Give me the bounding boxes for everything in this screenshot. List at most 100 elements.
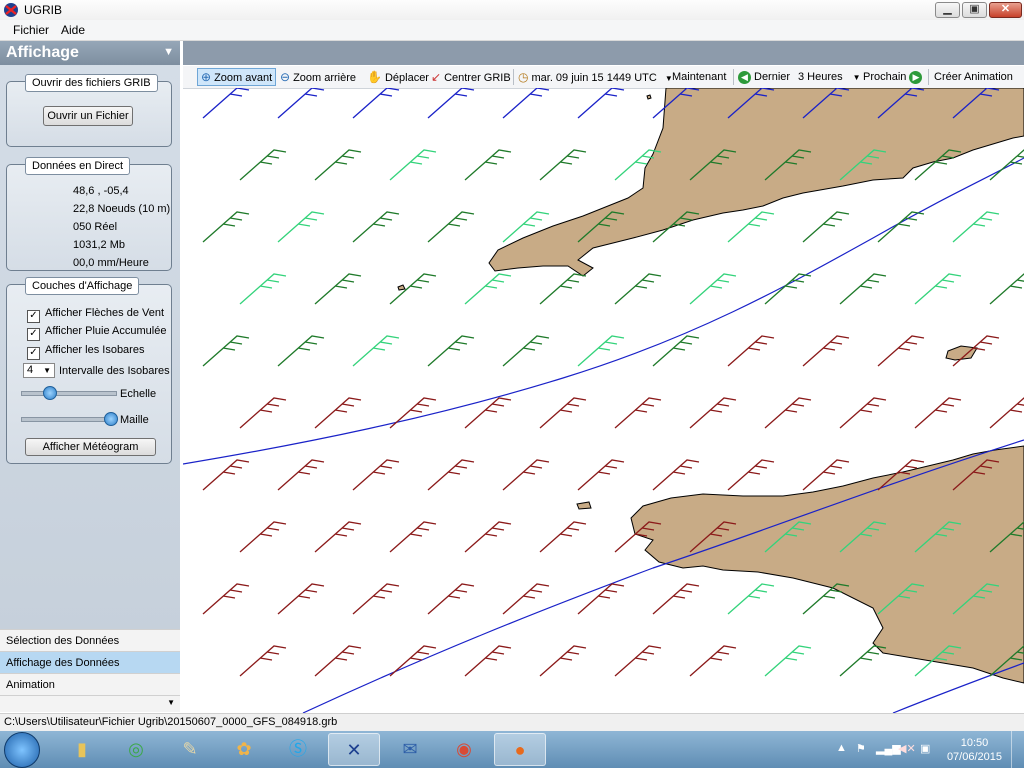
wind-barb [652,459,700,491]
wind-barb [277,459,325,491]
nav-animation[interactable]: Animation [0,673,180,695]
land-masses [397,88,1024,684]
wind-barb [314,273,362,305]
wind-barb [427,459,475,491]
scale-label: Echelle [120,388,157,400]
chevron-down-icon[interactable]: ▼ [163,46,174,58]
wind-barb [239,645,287,677]
wind-barb [689,273,737,305]
wind-barb [914,397,962,429]
create-animation-button[interactable]: Créer Animation [934,69,1013,85]
scale-slider[interactable] [21,391,117,396]
wind-barb [727,459,775,491]
mesh-slider[interactable] [21,417,117,422]
step-select[interactable]: 3 Heures ▼ [798,69,861,85]
tray-arrow-icon[interactable]: ▲ [836,742,847,754]
wind-barb [239,521,287,553]
zoom-in-label: Zoom avant [214,72,273,84]
tray-flag-icon[interactable]: ⚑ [856,742,866,755]
notes-icon[interactable]: ✎ [164,733,216,766]
menu-help[interactable]: Aide [61,23,85,37]
wind-barb [614,397,662,429]
show-meteogram-button[interactable]: Afficher Météogram [25,438,156,456]
zoom-in-button[interactable]: ⊕ Zoom avant [197,68,277,86]
mesh-slider-thumb[interactable] [104,412,119,426]
file-explorer-icon[interactable]: ▮ [56,733,108,766]
hand-icon: ✋ [367,70,382,84]
start-button[interactable] [4,732,40,768]
tray-network-icon[interactable]: ▂▄▆ [876,742,901,755]
weather-map[interactable] [183,88,1024,713]
checkbox-label: Afficher Pluie Accumulée [45,325,167,337]
wind-barb [464,273,512,305]
show-desktop-button[interactable] [1011,731,1024,768]
isobar-interval-select[interactable]: 4 ▼ [23,363,55,378]
wind-barb [539,521,587,553]
nav-data-display[interactable]: Affichage des Données [0,651,180,673]
taskbar: ▮ ◎ ✎ ✿ Ⓢ ✕ ✉ ◉ ● ▲ ⚑ ▂▄▆ ◀✕ ▣ 10:50 07/… [0,731,1024,768]
wind-barb [389,397,437,429]
wind-barb [314,645,362,677]
tray-volume-icon[interactable]: ◀✕ [898,742,916,755]
checkbox-rain[interactable]: ✓ Afficher Pluie Accumulée [27,325,167,341]
pan-label: Déplacer [384,72,429,84]
ugrib-icon[interactable]: ✕ [328,733,380,766]
wind-barb [389,645,437,677]
wind-barb [989,397,1024,429]
isobar-line-1 [183,157,1024,465]
map-header [183,41,1024,65]
close-button[interactable]: ✕ [989,2,1022,18]
zoom-out-button[interactable]: ⊖ Zoom arrière [280,69,356,85]
datetime-select[interactable]: ◷ mar. 09 juin 15 1449 UTC ▼ [518,69,673,85]
wind-barb [989,149,1024,181]
wind-barb [764,397,812,429]
wind-barb [952,211,1000,243]
previous-button[interactable]: ◀ Dernier [738,69,790,85]
firefox-icon[interactable]: ● [494,733,546,766]
menu-file[interactable]: Fichier [13,23,49,37]
thunderbird-icon[interactable]: ✉ [384,733,436,766]
wind-barb [464,149,512,181]
wind-barb [202,211,250,243]
scale-slider-thumb[interactable] [43,386,58,400]
sync-icon[interactable]: ◎ [110,733,162,766]
wind-barb [802,335,850,367]
nav-scroll[interactable]: ▼ [0,695,180,712]
tray-device-icon[interactable]: ▣ [920,742,930,755]
pan-button[interactable]: ✋ Déplacer [367,69,429,85]
zoom-out-icon: ⊖ [280,70,291,84]
center-grib-button[interactable]: ↙ Centrer GRIB [431,69,511,85]
checkbox-label: Afficher Flèches de Vent [45,307,165,319]
group-title: Ouvrir des fichiers GRIB [25,74,158,92]
wind-barb [427,583,475,615]
wind-barb [277,211,325,243]
paint-icon[interactable]: ✿ [218,733,270,766]
live-wind-speed: 22,8 Noeuds (10 m) [73,203,171,215]
checkbox-wind-arrows[interactable]: ✓ Afficher Flèches de Vent [27,307,165,323]
checkbox-checked-icon[interactable]: ✓ [27,310,40,323]
wind-barb [314,521,362,553]
now-button[interactable]: Maintenant [672,69,726,85]
wind-barb [764,273,812,305]
checkbox-isobars[interactable]: ✓ Afficher les Isobares [27,344,144,360]
wind-barb [877,211,925,243]
wind-barb [764,645,812,677]
checkbox-checked-icon[interactable]: ✓ [27,347,40,360]
clock-icon: ◷ [518,70,529,84]
checkbox-checked-icon[interactable]: ✓ [27,328,40,341]
next-button[interactable]: Prochain ▶ [863,69,925,85]
chevron-down-icon: ▼ [852,73,861,82]
skype-icon[interactable]: Ⓢ [272,733,324,766]
title-bar: UGRIB ▁ ▣ ✕ [0,0,1024,20]
chrome-icon[interactable]: ◉ [438,733,490,766]
chevron-down-icon[interactable]: ▼ [167,698,175,707]
maximize-button[interactable]: ▣ [962,2,987,18]
open-file-button[interactable]: Ouvrir un Fichier [43,106,133,126]
nav-data-selection[interactable]: Sélection des Données [0,629,180,651]
menu-bar: Fichier Aide [0,20,1024,41]
wind-barb [839,397,887,429]
wind-barb [427,211,475,243]
wind-barb [877,335,925,367]
minimize-button[interactable]: ▁ [935,2,960,18]
taskbar-clock[interactable]: 10:50 07/06/2015 [947,736,1002,764]
